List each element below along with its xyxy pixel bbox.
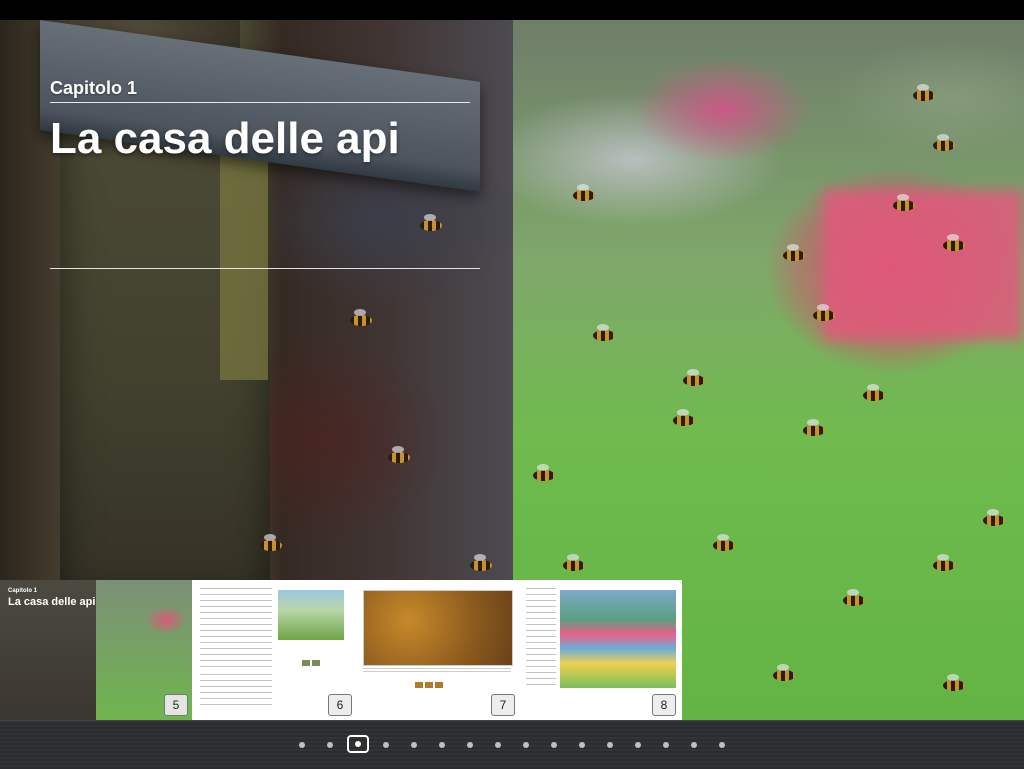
bee-icon (573, 184, 595, 201)
bee-icon (843, 589, 865, 606)
bee-icon (943, 234, 965, 251)
thumbnail-photo (302, 660, 310, 666)
bee-icon (420, 214, 442, 231)
thumbnail-page-5[interactable]: Capitolo 1 La casa delle api 5 (0, 580, 192, 720)
divider (50, 268, 480, 269)
page-dot[interactable] (607, 742, 613, 748)
thumbnail-photo (560, 590, 676, 688)
page-dots (0, 735, 1024, 755)
page-dot-active[interactable] (347, 735, 369, 753)
page-number-badge: 6 (328, 694, 352, 716)
bee-icon (863, 384, 885, 401)
page-dot[interactable] (439, 742, 445, 748)
bee-icon (713, 534, 735, 551)
bee-icon (593, 324, 615, 341)
page-dot[interactable] (383, 742, 389, 748)
page-number-badge: 8 (652, 694, 676, 716)
bee-icon (813, 304, 835, 321)
bee-icon (933, 554, 955, 571)
thumbnail-photo (363, 590, 513, 666)
page-dot[interactable] (523, 742, 529, 748)
thumbnail-text-block (526, 588, 556, 688)
page-dot[interactable] (411, 742, 417, 748)
status-bar (0, 0, 1024, 20)
bee-icon (533, 464, 555, 481)
thumbnail-photo (312, 660, 320, 666)
page-dot[interactable] (635, 742, 641, 748)
page-dot[interactable] (299, 742, 305, 748)
thumbnail-caption (363, 668, 511, 674)
thumbnail-photo (415, 682, 423, 688)
bee-icon (260, 534, 282, 551)
thumbnail-title: La casa delle api (8, 596, 96, 608)
bee-icon (470, 554, 492, 571)
page-dot[interactable] (691, 742, 697, 748)
page-dot[interactable] (551, 742, 557, 748)
divider (50, 102, 470, 103)
thumbnail-text-block (200, 674, 272, 706)
page-number-badge: 5 (164, 694, 188, 716)
page-dot[interactable] (327, 742, 333, 748)
page-dot[interactable] (467, 742, 473, 748)
page-number-badge: 7 (491, 694, 515, 716)
bee-icon (388, 446, 410, 463)
page-thumbnails: Capitolo 1 La casa delle api 5 6 7 8 (0, 580, 682, 720)
thumbnail-photo (435, 682, 443, 688)
bee-icon (943, 674, 965, 691)
thumbnail-chapter-label: Capitolo 1 (8, 588, 38, 594)
thumbnail-page-8[interactable]: 8 (518, 580, 682, 720)
page-dot[interactable] (719, 742, 725, 748)
page-dot[interactable] (579, 742, 585, 748)
bee-icon (893, 194, 915, 211)
bee-icon (350, 309, 372, 326)
bee-icon (773, 664, 795, 681)
bee-icon (783, 244, 805, 261)
bee-icon (563, 554, 585, 571)
thumbnail-page-6[interactable]: 6 (192, 580, 355, 720)
page-dot[interactable] (663, 742, 669, 748)
bee-icon (673, 409, 695, 426)
thumbnail-page-7[interactable]: 7 (355, 580, 518, 720)
page-navigation-bar (0, 720, 1024, 769)
thumbnail-photo (425, 682, 433, 688)
bee-icon (983, 509, 1005, 526)
chapter-label: Capitolo 1 (50, 78, 138, 98)
bee-icon (913, 84, 935, 101)
thumbnail-text-block (200, 588, 272, 668)
bee-icon (933, 134, 955, 151)
page-dot[interactable] (495, 742, 501, 748)
bee-icon (683, 369, 705, 386)
pink-hive (823, 190, 1023, 340)
bee-icon (803, 419, 825, 436)
chapter-title: La casa delle api (50, 114, 400, 163)
thumbnail-photo (278, 590, 344, 640)
